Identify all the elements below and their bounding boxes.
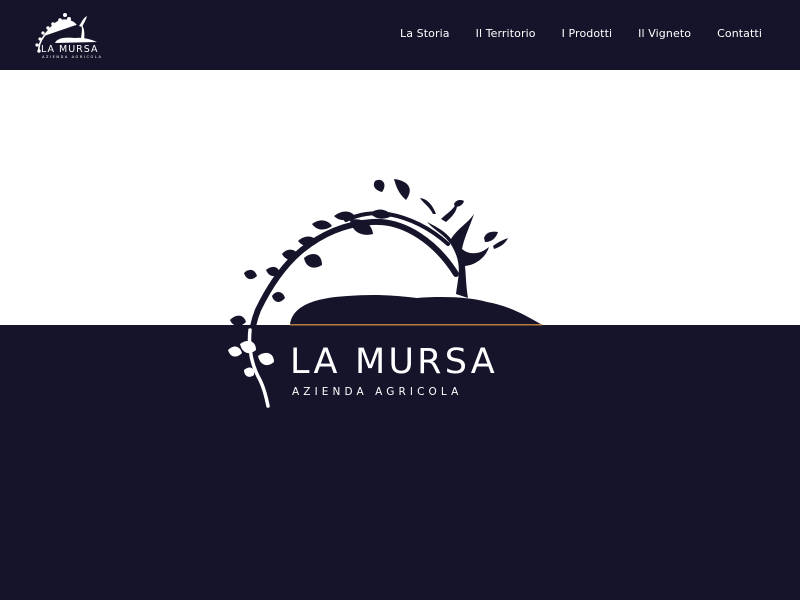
logo-small-tagline: AZIENDA AGRICOLA	[42, 55, 103, 59]
hero-brand-subtitle: AZIENDA AGRICOLA	[292, 386, 463, 398]
nav-link-contatti[interactable]: Contatti	[717, 27, 762, 40]
logo-small-title: LA MURSA	[41, 44, 99, 55]
nav-link-i-prodotti[interactable]: I Prodotti	[562, 27, 613, 40]
top-navigation-bar: LA MURSA AZIENDA AGRICOLA La Storia Il T…	[0, 0, 800, 70]
nav-link-il-territorio[interactable]: Il Territorio	[476, 27, 536, 40]
hero-brand-title: LA MURSA	[290, 342, 498, 382]
main-navigation: La Storia Il Territorio I Prodotti Il Vi…	[400, 27, 762, 40]
nav-link-il-vigneto[interactable]: Il Vigneto	[638, 27, 691, 40]
nav-link-la-storia[interactable]: La Storia	[400, 27, 450, 40]
